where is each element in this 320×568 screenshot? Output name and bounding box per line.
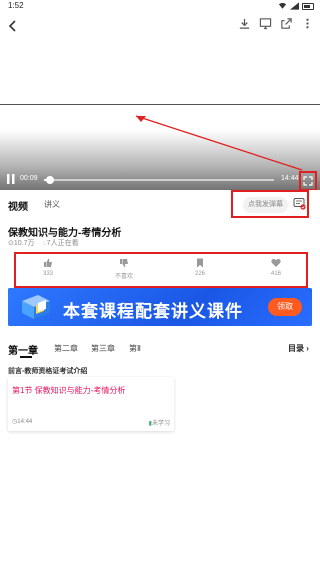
- player-top-actions: [238, 17, 314, 30]
- current-time: 00:09: [20, 175, 38, 182]
- views-count: ⊙10.7万: [8, 240, 35, 247]
- player-controls: 00:09 14:44: [0, 170, 320, 191]
- catalog-button[interactable]: 目录 ›: [288, 343, 309, 354]
- wifi-icon: [278, 2, 287, 9]
- lesson-card[interactable]: 第1节 保教知识与能力-考情分析 ◷14:44 ▮未学习: [8, 377, 174, 431]
- thumbs-up-icon: [44, 258, 52, 267]
- status-icons: [278, 2, 314, 10]
- bookmark-icon: [197, 258, 203, 268]
- heart-icon: [271, 258, 281, 267]
- bookmark-button[interactable]: 226: [185, 258, 215, 277]
- actions-highlight: 333 不喜欢 226 416: [14, 252, 308, 288]
- signal-icon: [290, 2, 299, 10]
- chapter-tab-1[interactable]: 第一章: [8, 342, 38, 357]
- danmu-toggle-icon[interactable]: [293, 197, 306, 210]
- player-top-bar: [0, 12, 320, 40]
- pause-icon[interactable]: [7, 174, 15, 184]
- chapter-tab-4[interactable]: 第Ⅱ: [129, 343, 141, 354]
- download-icon[interactable]: [238, 17, 251, 30]
- document-folder-icon: [22, 295, 50, 319]
- thumbs-down-icon: [120, 259, 128, 268]
- fullscreen-button[interactable]: [299, 171, 317, 191]
- total-time: 14:44: [281, 175, 299, 182]
- video-player[interactable]: 00:09 14:44: [0, 12, 320, 191]
- lesson-duration: ◷14:44: [12, 419, 33, 425]
- course-meta: ⊙10.7万 ◌7人正在看: [8, 238, 79, 248]
- progress-knob[interactable]: [46, 176, 54, 184]
- progress-bar[interactable]: [44, 176, 274, 184]
- share-icon[interactable]: [280, 17, 293, 30]
- dislike-button[interactable]: 不喜欢: [109, 258, 139, 280]
- back-arrow-icon[interactable]: [6, 18, 20, 34]
- content-tabs: 视频 讲义 点我发弹幕: [0, 190, 320, 218]
- lesson-status: ▮未学习: [148, 421, 170, 427]
- lesson-title: 第1节 保教知识与能力-考情分析: [12, 386, 126, 395]
- section-label: 前言-教师资格证考试介绍: [8, 368, 88, 375]
- tab-video[interactable]: 视频: [8, 198, 28, 213]
- cast-icon[interactable]: [259, 17, 272, 30]
- danmu-input[interactable]: 点我发弹幕: [243, 197, 288, 213]
- more-icon[interactable]: [301, 17, 314, 30]
- claim-button[interactable]: 领取: [268, 298, 302, 316]
- fullscreen-icon: [303, 176, 313, 186]
- battery-icon: [302, 2, 314, 10]
- chapter-tab-3[interactable]: 第三章: [91, 343, 115, 354]
- watching-count: ◌7人正在看: [42, 240, 79, 247]
- tab-notes[interactable]: 讲义: [44, 199, 60, 210]
- status-bar: 1:52: [0, 0, 320, 12]
- chapter-tab-2[interactable]: 第二章: [54, 343, 78, 354]
- chapter-tabs: 第一章 第二章 第三章 第Ⅱ 目录 ›: [0, 340, 320, 360]
- chapter-active-indicator: [20, 356, 32, 358]
- status-time: 1:52: [8, 1, 24, 10]
- banner-text: 本套课程配套讲义课件: [63, 302, 243, 321]
- danmu-highlight: 点我发弹幕: [231, 190, 309, 218]
- video-divider: [0, 104, 320, 105]
- like-button[interactable]: 333: [33, 258, 63, 277]
- courseware-banner[interactable]: 本套课程配套讲义课件 领取: [8, 288, 312, 326]
- course-title: 保教知识与能力-考情分析: [8, 228, 122, 239]
- favorite-button[interactable]: 416: [261, 258, 291, 277]
